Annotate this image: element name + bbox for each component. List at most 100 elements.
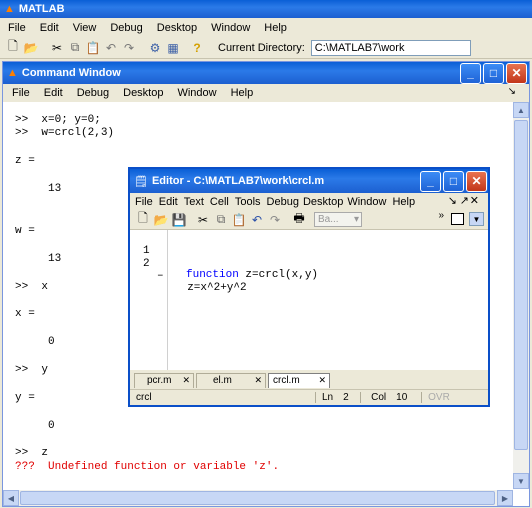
split-dropdown-icon[interactable]: ▼ [469,212,484,226]
editor-new-icon[interactable]: 🗋 [134,211,152,229]
matlab-titlebar[interactable]: ▲ MATLAB [0,0,532,18]
editor-menu-tools[interactable]: Tools [232,196,264,208]
tab-pcr[interactable]: pcr.m ✕ [134,372,194,388]
cw-menu-file[interactable]: File [5,87,37,99]
cut-icon[interactable]: ✂ [48,39,66,57]
toolbar-overflow-icon[interactable]: » [438,210,444,221]
split-view-icon[interactable] [451,213,464,225]
scroll-down-icon[interactable]: ▼ [513,473,529,489]
editor-menu-desktop[interactable]: Desktop [302,196,344,208]
scroll-thumb[interactable] [514,120,528,450]
current-directory-label: Current Directory: [218,41,305,54]
horizontal-scrollbar[interactable]: ◀ ▶ [3,490,513,506]
editor-minimize-icon[interactable]: _ [420,170,441,192]
hscroll-thumb[interactable] [20,491,495,505]
editor-menu-window[interactable]: Window [344,196,389,208]
editor-menu-edit[interactable]: Edit [156,196,181,208]
cw-menu-desktop[interactable]: Desktop [116,87,170,99]
status-ovr: OVR [428,392,450,403]
editor-undo-icon[interactable]: ↶ [248,211,266,229]
editor-paste-icon[interactable]: 📋 [230,211,248,229]
editor-menu-help[interactable]: Help [389,196,418,208]
vertical-scrollbar[interactable]: ▲ ▼ [513,102,529,489]
minimize-icon[interactable]: _ [460,62,481,84]
tab-close-icon[interactable]: ✕ [254,375,262,386]
current-directory-field[interactable]: C:\MATLAB7\work [310,39,471,56]
command-window-menubar: File Edit Debug Desktop Window Help ↘ [3,84,529,102]
cw-line: 0 [15,336,55,348]
menu-file[interactable]: File [1,22,33,34]
error-message: ??? Undefined function or variable 'z'. [15,461,280,473]
menu-window[interactable]: Window [204,22,257,34]
cw-menu-help[interactable]: Help [224,87,261,99]
tab-el[interactable]: el.m ✕ [196,372,266,388]
redo-icon[interactable]: ↷ [120,39,138,57]
editor-menu-text[interactable]: Text [181,196,207,208]
editor-close-icon[interactable]: ✕ [466,170,487,192]
editor-menu-close-icon[interactable]: ✕ [463,194,486,207]
editor-combo[interactable]: Ba... ▾ [314,212,362,227]
editor-print-icon[interactable]: 🖶 [290,211,308,229]
menu-view[interactable]: View [66,22,104,34]
scroll-up-icon[interactable]: ▲ [513,102,529,118]
editor-tabbar: pcr.m ✕ el.m ✕ crcl.m ✕ [130,372,488,388]
menu-edit[interactable]: Edit [33,22,66,34]
command-window-title: Command Window [21,67,121,79]
editor-copy-icon[interactable]: ⧉ [212,211,230,229]
cw-line: 13 [15,183,62,195]
cw-line: w = [15,225,35,237]
editor-window: 🗒 Editor - C:\MATLAB7\work\crcl.m _ □ ✕ … [128,167,490,407]
cw-line: >> w=crcl(2,3) [15,127,115,139]
status-function: crcl [130,392,316,403]
editor-statusbar: crcl Ln 2 Col 10 OVR [130,389,488,405]
code-line: 2 – z=x^2+y^2 [130,246,488,306]
maximize-icon[interactable]: □ [483,62,504,84]
tab-close-icon[interactable]: ✕ [182,375,190,386]
editor-open-icon[interactable]: 📂 [152,211,170,229]
main-menubar: File Edit View Debug Desktop Window Help [0,19,532,37]
tab-crcl[interactable]: crcl.m ✕ [268,372,330,388]
breakpoint-mark[interactable]: – [157,270,164,282]
simulink-icon[interactable]: ⚙ [146,39,164,57]
cw-menu-edit[interactable]: Edit [37,87,70,99]
editor-menu-debug[interactable]: Debug [264,196,302,208]
editor-menu-cell[interactable]: Cell [207,196,232,208]
undock-icon[interactable]: ↘ [501,86,523,97]
menu-debug[interactable]: Debug [103,22,149,34]
cw-menu-window[interactable]: Window [170,87,223,99]
scroll-left-icon[interactable]: ◀ [3,490,19,506]
main-toolbar: 🗋 📂 ✂ ⧉ 📋 ↶ ↷ ⚙ ▦ ? Current Directory: C… [0,37,532,59]
new-file-icon[interactable]: 🗋 [4,39,22,57]
cw-line: >> y [15,364,49,376]
guide-icon[interactable]: ▦ [164,39,182,57]
cw-line: 0 [15,420,55,432]
cw-line: >> x=0; y=0; [15,114,101,126]
editor-title: Editor - C:\MATLAB7\work\crcl.m [151,175,325,187]
scroll-right-icon[interactable]: ▶ [497,490,513,506]
editor-menu-file[interactable]: File [130,196,156,208]
open-folder-icon[interactable]: 📂 [22,39,40,57]
app-title: MATLAB [18,3,65,15]
undo-icon[interactable]: ↶ [102,39,120,57]
close-icon[interactable]: ✕ [506,62,527,84]
editor-save-icon[interactable]: 💾 [170,211,188,229]
editor-titlebar[interactable]: 🗒 Editor - C:\MATLAB7\work\crcl.m _ □ ✕ [130,169,488,193]
cw-line: >> x [15,281,49,293]
tab-close-icon[interactable]: ✕ [318,375,326,386]
cw-menu-debug[interactable]: Debug [70,87,116,99]
tab-label: pcr.m [147,375,172,386]
tab-label: crcl.m [273,375,300,386]
menu-help[interactable]: Help [257,22,294,34]
editor-maximize-icon[interactable]: □ [443,170,464,192]
line-number: 2 [143,258,150,270]
status-ln-label: Ln [322,392,334,403]
command-window-titlebar[interactable]: ▲ Command Window _ □ ✕ [3,62,529,84]
copy-icon[interactable]: ⧉ [66,39,84,57]
help-icon[interactable]: ? [188,39,206,57]
editor-cut-icon[interactable]: ✂ [194,211,212,229]
code-area[interactable]: 1 function z=crcl(x,y) 2 – z=x^2+y^2 [130,230,488,370]
menu-desktop[interactable]: Desktop [150,22,204,34]
combo-arrow-icon: ▾ [353,214,359,225]
paste-icon[interactable]: 📋 [84,39,102,57]
editor-redo-icon[interactable]: ↷ [266,211,284,229]
